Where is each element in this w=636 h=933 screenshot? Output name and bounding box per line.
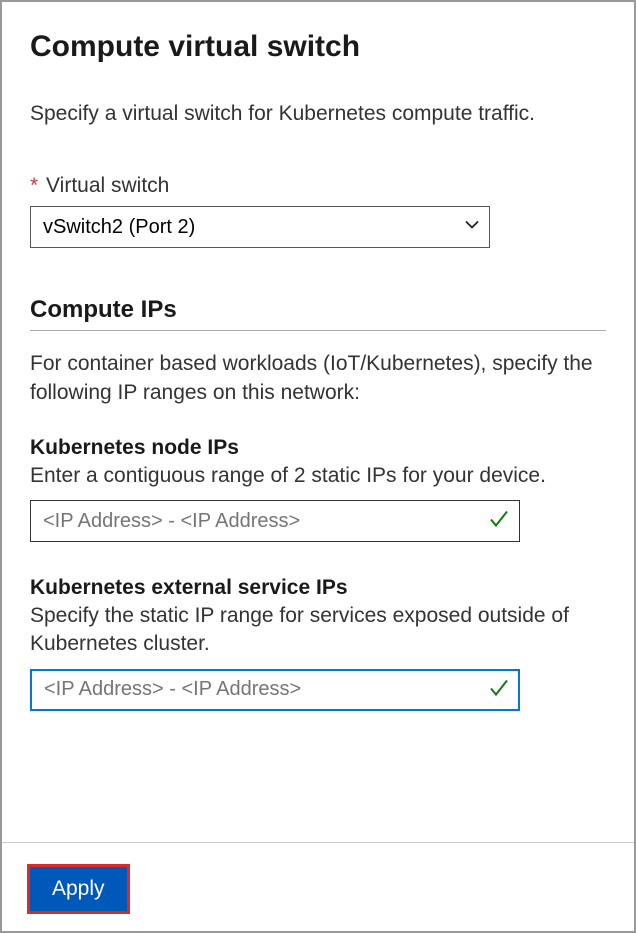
node-ips-input-wrapper [30, 500, 520, 542]
compute-ips-heading: Compute IPs [30, 296, 606, 331]
node-ips-input[interactable] [30, 500, 520, 542]
compute-ips-text: For container based workloads (IoT/Kuber… [30, 349, 606, 408]
page-title: Compute virtual switch [30, 30, 606, 64]
node-ips-label: Kubernetes node IPs [30, 436, 606, 460]
service-ips-label: Kubernetes external service IPs [30, 576, 606, 600]
service-ips-input-wrapper [30, 669, 520, 711]
required-asterisk: * [30, 174, 38, 197]
node-ips-desc: Enter a contiguous range of 2 static IPs… [30, 462, 606, 490]
virtual-switch-label-text: Virtual switch [46, 174, 169, 197]
service-ips-desc: Specify the static IP range for services… [30, 602, 606, 659]
page-description: Specify a virtual switch for Kubernetes … [30, 102, 606, 126]
virtual-switch-select-wrapper[interactable] [30, 206, 490, 248]
apply-button[interactable]: Apply [30, 867, 127, 911]
footer: Apply [2, 842, 634, 911]
service-ips-input[interactable] [30, 669, 520, 711]
virtual-switch-select[interactable] [30, 206, 490, 248]
virtual-switch-label: * Virtual switch [30, 174, 606, 198]
